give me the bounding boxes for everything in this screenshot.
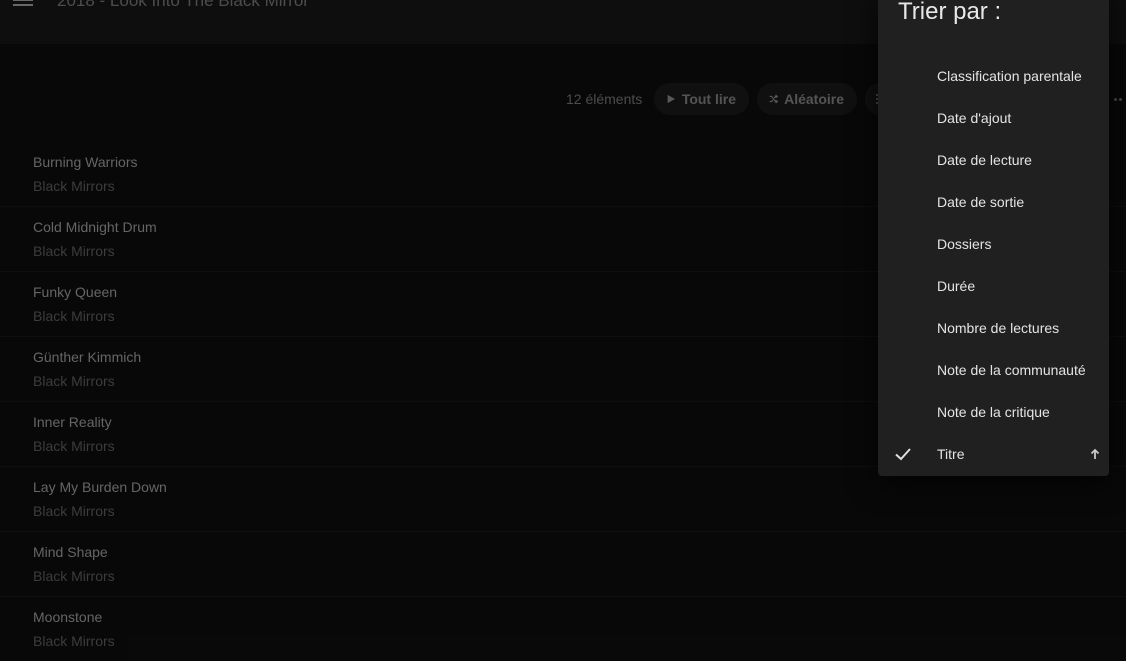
sort-option-label: Dossiers [937, 236, 992, 252]
sort-option-critic-rating[interactable]: Note de la critique [878, 391, 1109, 433]
sort-option-label: Classification parentale [937, 68, 1082, 84]
sort-option-title[interactable]: Titre [878, 433, 1109, 475]
sort-options: Classification parentale Date d'ajout Da… [878, 55, 1109, 475]
sort-option-date-played[interactable]: Date de lecture [878, 139, 1109, 181]
sort-option-label: Nombre de lectures [937, 320, 1060, 336]
sort-option-parental-rating[interactable]: Classification parentale [878, 55, 1109, 97]
sort-menu: Trier par : Classification parentale Dat… [878, 0, 1109, 476]
music-album-page: 2018 - Look Into The Black Mirror 12 élé… [0, 0, 1126, 661]
sort-option-label: Date d'ajout [937, 110, 1012, 126]
check-icon [895, 448, 911, 461]
sort-option-label: Note de la communauté [937, 362, 1086, 378]
sort-option-release-date[interactable]: Date de sortie [878, 181, 1109, 223]
sort-option-date-added[interactable]: Date d'ajout [878, 97, 1109, 139]
sort-option-folders[interactable]: Dossiers [878, 223, 1109, 265]
sort-option-label: Date de lecture [937, 152, 1032, 168]
sort-option-duration[interactable]: Durée [878, 265, 1109, 307]
sort-option-label: Titre [937, 446, 965, 462]
sort-option-label: Note de la critique [937, 404, 1050, 420]
sort-option-play-count[interactable]: Nombre de lectures [878, 307, 1109, 349]
arrow-up-icon[interactable] [1089, 447, 1101, 461]
sort-option-label: Durée [937, 278, 976, 294]
sort-option-label: Date de sortie [937, 194, 1025, 210]
sort-menu-title: Trier par : [898, 0, 1002, 25]
sort-option-community-rating[interactable]: Note de la communauté [878, 349, 1109, 391]
